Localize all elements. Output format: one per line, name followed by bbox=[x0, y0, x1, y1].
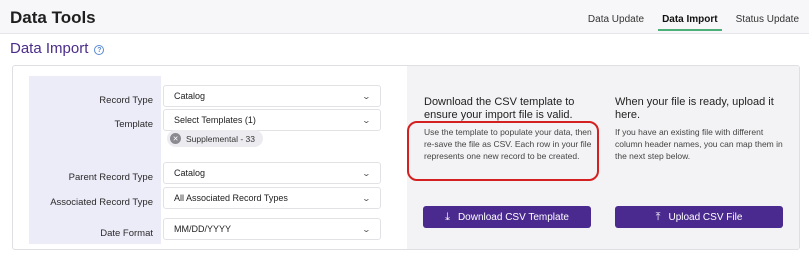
parent-record-type-select[interactable]: Catalog ⌄ bbox=[163, 162, 381, 184]
app-title: Data Tools bbox=[10, 8, 96, 27]
associated-record-type-select[interactable]: All Associated Record Types ⌄ bbox=[163, 187, 381, 209]
upload-csv-file-button[interactable]: ⤒ Upload CSV File bbox=[615, 206, 783, 228]
chevron-down-icon: ⌄ bbox=[361, 115, 372, 125]
date-format-select[interactable]: MM/DD/YYYY ⌄ bbox=[163, 218, 381, 240]
associated-record-type-value: All Associated Record Types bbox=[174, 193, 288, 203]
record-type-value: Catalog bbox=[174, 91, 206, 101]
template-chip-label: Supplemental - 33 bbox=[186, 133, 255, 144]
highlight-box bbox=[407, 121, 599, 181]
download-icon: ⤓ bbox=[445, 210, 450, 223]
import-card: Record Type Template Parent Record Type … bbox=[12, 65, 800, 250]
tab-data-import[interactable]: Data Import bbox=[658, 14, 722, 31]
chevron-down-icon: ⌄ bbox=[361, 168, 372, 178]
download-heading: Download the CSV template to ensure your… bbox=[424, 96, 575, 121]
help-icon[interactable]: ? bbox=[94, 45, 105, 55]
form-label-column: Record Type Template Parent Record Type … bbox=[29, 76, 161, 244]
template-value: Select Templates (1) bbox=[174, 115, 256, 125]
upload-heading: When your file is ready, upload it here. bbox=[615, 96, 774, 121]
associated-record-type-label: Associated Record Type bbox=[50, 197, 153, 208]
parent-record-type-value: Catalog bbox=[174, 168, 206, 178]
record-type-select[interactable]: Catalog ⌄ bbox=[163, 85, 381, 107]
tab-data-update[interactable]: Data Update bbox=[588, 14, 644, 25]
upload-icon: ⤒ bbox=[655, 210, 661, 223]
record-type-label: Record Type bbox=[99, 95, 153, 106]
template-select[interactable]: Select Templates (1) ⌄ bbox=[163, 109, 381, 131]
tab-status-update[interactable]: Status Update bbox=[736, 14, 799, 25]
parent-record-type-label: Parent Record Type bbox=[68, 172, 153, 183]
remove-chip-icon[interactable]: ✕ bbox=[170, 133, 181, 144]
download-csv-template-button[interactable]: ⤓ Download CSV Template bbox=[423, 206, 591, 228]
page-title-text: Data Import bbox=[10, 40, 89, 57]
chevron-down-icon: ⌄ bbox=[361, 91, 372, 101]
upload-description: If you have an existing file with differ… bbox=[615, 127, 783, 161]
chevron-down-icon: ⌄ bbox=[361, 193, 372, 203]
upload-button-label: Upload CSV File bbox=[668, 211, 743, 223]
top-bar: Data Tools Data Update Data Import Statu… bbox=[0, 0, 809, 34]
date-format-value: MM/DD/YYYY bbox=[174, 224, 232, 234]
template-label: Template bbox=[114, 119, 153, 130]
page-title: Data Import ? bbox=[10, 40, 105, 57]
tools-nav: Data Update Data Import Status Update bbox=[588, 14, 799, 31]
date-format-label: Date Format bbox=[100, 228, 153, 239]
template-chip: ✕ Supplemental - 33 bbox=[167, 130, 263, 147]
chevron-down-icon: ⌄ bbox=[361, 224, 372, 234]
download-button-label: Download CSV Template bbox=[457, 211, 569, 223]
